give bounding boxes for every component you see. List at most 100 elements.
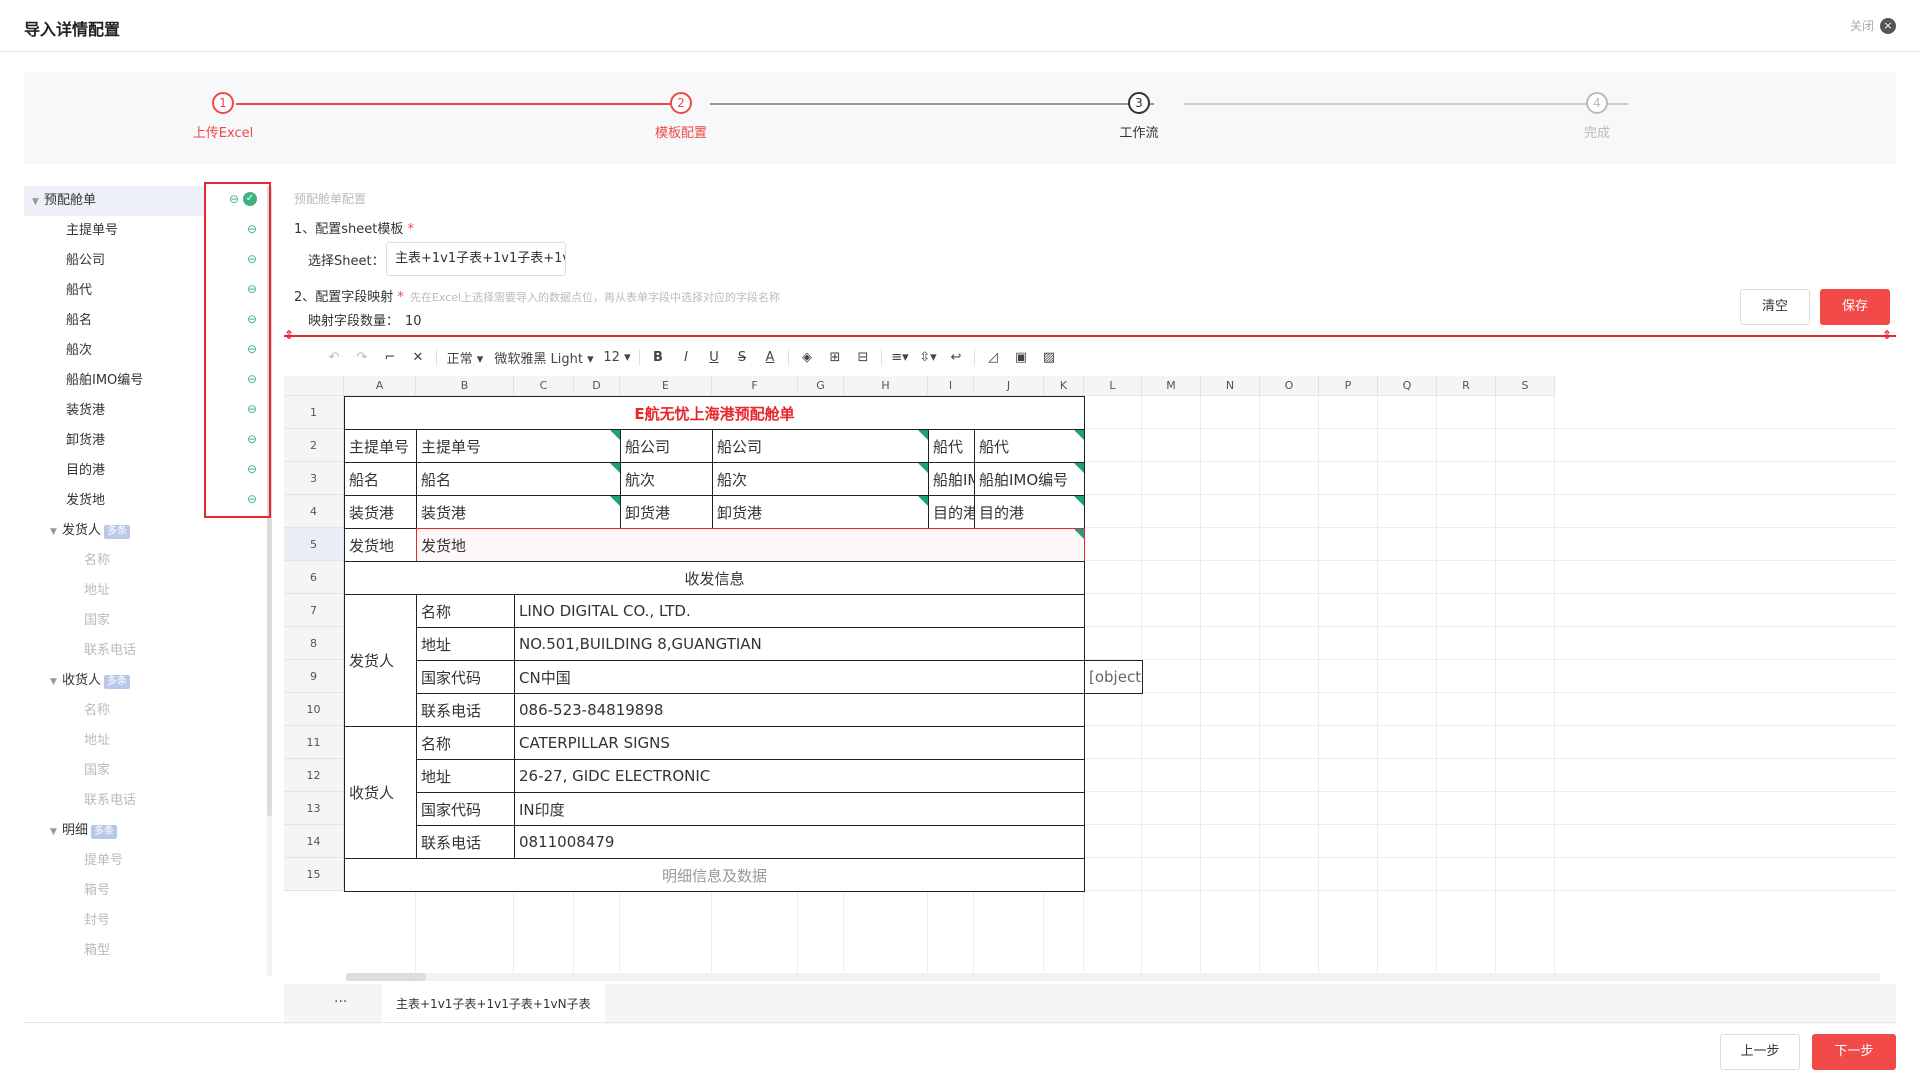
row-header[interactable]: 2 xyxy=(284,429,344,462)
tree-group[interactable]: ▼ 收货人 多条 xyxy=(24,666,204,696)
tree-field-item[interactable]: 船公司 xyxy=(24,246,204,276)
diagonal-border-icon[interactable]: ◿ xyxy=(979,350,1007,365)
column-header[interactable]: N xyxy=(1201,376,1260,396)
sheet-cell[interactable]: 联系电话 xyxy=(416,825,515,859)
sheet-horizontal-scrollbar[interactable] xyxy=(346,973,1880,981)
row-header[interactable]: 6 xyxy=(284,561,344,594)
tree-subfield-item[interactable]: 名称 xyxy=(24,696,204,726)
sheet-cell[interactable]: 船公司 xyxy=(712,429,929,463)
tree-field-item[interactable]: 船代 xyxy=(24,276,204,306)
sheet-cell[interactable]: 名称 xyxy=(416,726,515,760)
column-header[interactable]: L xyxy=(1084,376,1142,396)
tree-field-item[interactable]: 目的港 xyxy=(24,456,204,486)
sheet-cell[interactable]: 收发信息 xyxy=(344,561,1085,595)
resize-handle-icon[interactable]: ⇕ xyxy=(1882,328,1892,342)
row-header[interactable]: 5 xyxy=(284,528,344,561)
sheet-cell[interactable]: 卸货港 xyxy=(712,495,929,529)
sheet-cell[interactable]: 收货人 xyxy=(344,726,417,859)
tree-field-item[interactable]: 船名 xyxy=(24,306,204,336)
column-header[interactable]: A xyxy=(344,376,416,396)
sheet-cell[interactable]: 船名 xyxy=(416,462,621,496)
font-select[interactable]: 微软雅黑 Light ▾ xyxy=(489,348,599,367)
sheet-cell[interactable]: [object O xyxy=(1084,660,1143,694)
resize-handle-icon[interactable]: ⇕ xyxy=(284,328,294,342)
sheet-cell[interactable]: CATERPILLAR SIGNS xyxy=(514,726,1085,760)
row-header[interactable]: 8 xyxy=(284,627,344,660)
save-button[interactable]: 保存 xyxy=(1820,289,1890,325)
row-header[interactable]: 10 xyxy=(284,693,344,726)
tree-subfield-item[interactable]: 地址 xyxy=(24,726,204,756)
sheet-tab[interactable]: 主表+1v1子表+1v1子表+1vN子表 xyxy=(382,984,605,1024)
row-header[interactable]: 9 xyxy=(284,660,344,693)
sheet-cell[interactable]: 明细信息及数据 xyxy=(344,858,1085,892)
row-header[interactable]: 4 xyxy=(284,495,344,528)
sheet-cell[interactable]: NO.501,BUILDING 8,GUANGTIAN xyxy=(514,627,1085,661)
sheet-cell[interactable]: 主提单号 xyxy=(344,429,417,463)
tree-subfield-item[interactable]: 地址 xyxy=(24,576,204,606)
more-sheets-button[interactable]: ··· xyxy=(334,994,347,1010)
column-header[interactable]: S xyxy=(1496,376,1555,396)
link-icon[interactable]: ⊖ xyxy=(247,222,257,236)
row-header[interactable]: 14 xyxy=(284,825,344,858)
row-header[interactable]: 12 xyxy=(284,759,344,792)
sheet-cell[interactable]: 船次 xyxy=(712,462,929,496)
column-header[interactable]: I xyxy=(928,376,974,396)
column-header[interactable]: Q xyxy=(1378,376,1437,396)
sheet-cell[interactable]: 卸货港 xyxy=(620,495,713,529)
clear-format-icon[interactable]: ✕ xyxy=(404,350,432,365)
bold-icon[interactable]: B xyxy=(644,350,672,365)
column-header[interactable]: O xyxy=(1260,376,1319,396)
row-header[interactable]: 1 xyxy=(284,396,344,429)
italic-icon[interactable]: I xyxy=(672,350,700,365)
column-header[interactable]: G xyxy=(798,376,844,396)
sheet-cell[interactable]: 国家代码 xyxy=(416,660,515,694)
sheet-cell[interactable]: 086-523-84819898 xyxy=(514,693,1085,727)
column-header[interactable]: P xyxy=(1319,376,1378,396)
tree-field-item[interactable]: 船舶IMO编号 xyxy=(24,366,204,396)
insert-image-icon[interactable]: ▣ xyxy=(1007,350,1035,365)
column-header[interactable]: F xyxy=(712,376,798,396)
sheet-cell[interactable]: 目的港 xyxy=(928,495,975,529)
fill-color-icon[interactable]: ◈ xyxy=(793,350,821,365)
link-icon[interactable]: ⊖ xyxy=(247,492,257,506)
link-icon[interactable]: ⊖ xyxy=(247,342,257,356)
tree-subfield-item[interactable]: 国家 xyxy=(24,756,204,786)
next-step-button[interactable]: 下一步 xyxy=(1812,1034,1896,1070)
column-header[interactable]: M xyxy=(1142,376,1201,396)
font-size-select[interactable]: 12 ▾ xyxy=(599,350,635,365)
sheet-cell[interactable]: 航次 xyxy=(620,462,713,496)
sheet-cell[interactable]: IN印度 xyxy=(514,792,1085,826)
border-icon[interactable]: ⊞ xyxy=(821,350,849,365)
sheet-cell[interactable]: 0811008479 xyxy=(514,825,1085,859)
sheet-cell[interactable]: 船舶IMO编号 xyxy=(974,462,1085,496)
strikethrough-icon[interactable]: S xyxy=(728,350,756,365)
column-header[interactable]: K xyxy=(1044,376,1084,396)
column-header[interactable]: E xyxy=(620,376,712,396)
sheet-cell[interactable]: 名称 xyxy=(416,594,515,628)
tree-subfield-item[interactable]: 封号 xyxy=(24,906,204,936)
sheet-cell[interactable]: 船代 xyxy=(928,429,975,463)
tree-field-item[interactable]: 卸货港 xyxy=(24,426,204,456)
close-button[interactable]: 关闭 × xyxy=(1850,17,1896,34)
tree-subfield-item[interactable]: 箱型 xyxy=(24,936,204,966)
sheet-cell[interactable]: 发货地 xyxy=(344,528,417,562)
sheet-cell[interactable]: 装货港 xyxy=(416,495,621,529)
sheet-cell[interactable]: 装货港 xyxy=(344,495,417,529)
sheet-cell[interactable]: 26-27, GIDC ELECTRONIC xyxy=(514,759,1085,793)
sheet-cell[interactable]: LINO DIGITAL CO., LTD. xyxy=(514,594,1085,628)
link-icon[interactable]: ⊖ xyxy=(247,282,257,296)
tree-group[interactable]: ▼ 发货人 多条 xyxy=(24,516,204,546)
sheet-cell[interactable]: CN中国 xyxy=(514,660,1085,694)
link-icon[interactable]: ⊖ xyxy=(247,402,257,416)
column-header[interactable]: H xyxy=(844,376,928,396)
sheet-cell[interactable]: 船舶IMO编号 xyxy=(928,462,975,496)
sheet-cell[interactable]: 目的港 xyxy=(974,495,1085,529)
column-header[interactable]: C xyxy=(514,376,574,396)
tree-field-item[interactable]: 主提单号 xyxy=(24,216,204,246)
row-header[interactable]: 13 xyxy=(284,792,344,825)
sheet-cell[interactable]: 国家代码 xyxy=(416,792,515,826)
clear-button[interactable]: 清空 xyxy=(1740,289,1810,325)
tree-field-item[interactable]: 船次 xyxy=(24,336,204,366)
column-header[interactable]: J xyxy=(974,376,1044,396)
tree-subfield-item[interactable]: 箱号 xyxy=(24,876,204,906)
